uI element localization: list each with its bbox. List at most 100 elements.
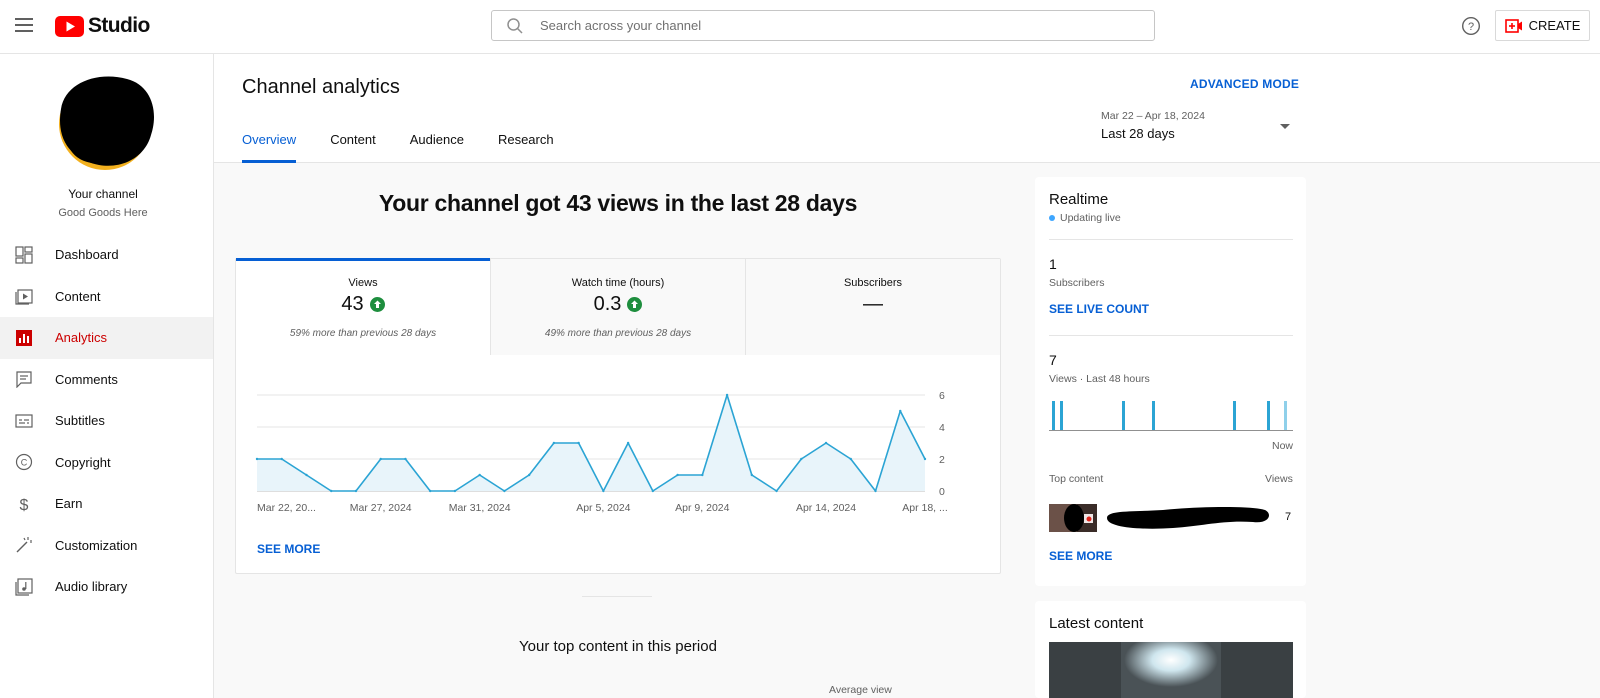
realtime-title: Realtime bbox=[1049, 191, 1109, 208]
realtime-bar bbox=[1267, 401, 1270, 431]
create-button[interactable]: CREATE bbox=[1495, 10, 1590, 41]
chart-point bbox=[503, 489, 506, 493]
sidebar-nav: Dashboard Content Analytics Comments Sub… bbox=[0, 234, 213, 608]
x-tick-label: Mar 27, 2024 bbox=[350, 502, 412, 514]
chart-point bbox=[651, 489, 655, 493]
sidebar-item-label: Subtitles bbox=[55, 413, 105, 429]
latest-video-thumbnail[interactable] bbox=[1049, 642, 1293, 698]
sidebar-item-analytics[interactable]: Analytics bbox=[0, 317, 213, 359]
advanced-mode-link[interactable]: ADVANCED MODE bbox=[1190, 77, 1299, 91]
sidebar-item-dashboard[interactable]: Dashboard bbox=[0, 234, 213, 276]
views-line-chart: 0 2 4 6 Mar 22, 20... Mar 27, 2024 Mar 31, 202… bbox=[255, 390, 948, 514]
realtime-bar bbox=[1122, 401, 1125, 431]
sidebar-item-customization[interactable]: Customization bbox=[0, 525, 213, 567]
search-icon[interactable] bbox=[506, 17, 524, 35]
sidebar-item-earn[interactable]: $ Earn bbox=[0, 483, 213, 525]
svg-text:C: C bbox=[21, 458, 28, 468]
date-range-label: Last 28 days bbox=[1101, 126, 1175, 141]
realtime-views-value: 7 bbox=[1049, 352, 1057, 368]
metric-tabs: Views 43 59% more than previous 28 days … bbox=[236, 258, 1000, 355]
chart-point bbox=[428, 489, 432, 493]
channel-name: Your channel bbox=[68, 187, 138, 201]
top-bar: Studio ? CREATE bbox=[0, 0, 1600, 54]
search-bar[interactable] bbox=[491, 10, 1155, 41]
live-dot-icon bbox=[1049, 215, 1055, 221]
sidebar-item-label: Audio library bbox=[55, 579, 128, 595]
metric-value: 43 bbox=[341, 293, 364, 315]
channel-avatar[interactable] bbox=[47, 73, 155, 171]
chart-point bbox=[824, 441, 828, 445]
metric-name: Subscribers bbox=[843, 277, 903, 289]
tab-content[interactable]: Content bbox=[330, 132, 376, 163]
y-tick-label: 2 bbox=[939, 454, 945, 466]
see-live-count-button[interactable]: SEE LIVE COUNT bbox=[1049, 302, 1149, 316]
realtime-bar bbox=[1060, 401, 1063, 431]
search-input[interactable] bbox=[540, 18, 1100, 33]
sidebar: Your channel Good Goods Here Dashboard C… bbox=[0, 54, 214, 698]
top-content-title: Your top content in this period bbox=[519, 638, 717, 655]
chart-point bbox=[404, 457, 407, 461]
divider bbox=[1049, 335, 1293, 336]
svg-text:$: $ bbox=[20, 497, 29, 513]
realtime-bar bbox=[1052, 401, 1055, 431]
see-more-button[interactable]: SEE MORE bbox=[1049, 549, 1112, 563]
menu-icon[interactable] bbox=[15, 18, 33, 32]
chart-point bbox=[354, 489, 358, 493]
realtime-now-label: Now bbox=[1272, 440, 1294, 452]
sidebar-item-audio-library[interactable]: Audio library bbox=[0, 566, 213, 608]
metric-tab-views[interactable]: Views 43 59% more than previous 28 days bbox=[236, 258, 491, 355]
studio-logo[interactable]: Studio bbox=[55, 14, 150, 38]
trend-up-icon bbox=[627, 297, 643, 312]
metric-tab-subscribers[interactable]: Subscribers — bbox=[746, 259, 1000, 355]
chart-point bbox=[701, 473, 704, 477]
top-content-row[interactable]: 7 bbox=[1049, 504, 1293, 532]
svg-text:?: ? bbox=[1468, 21, 1474, 33]
chart-point bbox=[923, 457, 927, 461]
see-more-button[interactable]: SEE MORE bbox=[257, 542, 320, 556]
chart-point bbox=[750, 473, 754, 477]
realtime-views-label: Views · Last 48 hours bbox=[1049, 373, 1150, 385]
overview-headline: Your channel got 43 views in the last 28… bbox=[378, 190, 858, 216]
x-tick-label: Mar 22, 20... bbox=[257, 502, 316, 514]
top-content-views: 7 bbox=[1285, 511, 1292, 523]
realtime-views-bars bbox=[1049, 401, 1293, 431]
chart-point bbox=[552, 441, 556, 445]
sidebar-item-label: Content bbox=[55, 288, 101, 304]
chart-point bbox=[305, 473, 308, 477]
sidebar-item-label: Customization bbox=[55, 537, 138, 553]
copyright-icon: C bbox=[15, 454, 33, 471]
chart-point bbox=[379, 457, 382, 461]
sidebar-item-label: Earn bbox=[55, 496, 83, 512]
x-tick-label: Apr 18, ... bbox=[902, 502, 948, 514]
date-range-picker[interactable]: Mar 22 – Apr 18, 2024 Last 28 days bbox=[1101, 110, 1301, 150]
create-label: CREATE bbox=[1528, 18, 1581, 33]
chart-point bbox=[626, 441, 630, 445]
chart-point bbox=[527, 473, 531, 477]
metric-comparison: 59% more than previous 28 days bbox=[289, 328, 437, 339]
sidebar-item-content[interactable]: Content bbox=[0, 276, 213, 318]
chart-point bbox=[899, 409, 902, 413]
sidebar-item-label: Copyright bbox=[55, 454, 111, 470]
metric-name: Watch time (hours) bbox=[571, 277, 665, 289]
analytics-icon bbox=[16, 329, 32, 346]
content-icon bbox=[15, 289, 33, 305]
metric-value: — bbox=[863, 293, 883, 315]
earn-icon: $ bbox=[20, 497, 29, 513]
tab-overview[interactable]: Overview bbox=[242, 132, 297, 163]
chart-point bbox=[577, 441, 580, 445]
trend-up-icon bbox=[369, 297, 385, 312]
video-thumbnail bbox=[1049, 504, 1097, 532]
analytics-tabs: Overview Content Audience Research bbox=[242, 132, 588, 163]
tab-research[interactable]: Research bbox=[498, 132, 554, 163]
x-tick-label: Mar 31, 2024 bbox=[449, 502, 511, 514]
redacted-title bbox=[1107, 507, 1269, 529]
help-icon[interactable]: ? bbox=[1461, 16, 1481, 36]
sidebar-item-comments[interactable]: Comments bbox=[0, 359, 213, 401]
page-title: Channel analytics bbox=[242, 76, 400, 98]
sidebar-item-subtitles[interactable]: Subtitles bbox=[0, 400, 213, 442]
comments-icon bbox=[16, 371, 32, 389]
sidebar-item-copyright[interactable]: C Copyright bbox=[0, 442, 213, 484]
metric-tab-watch-time[interactable]: Watch time (hours) 0.3 49% more than pre… bbox=[491, 259, 746, 355]
tab-audience[interactable]: Audience bbox=[410, 132, 464, 163]
channel-handle: Good Goods Here bbox=[58, 207, 148, 219]
